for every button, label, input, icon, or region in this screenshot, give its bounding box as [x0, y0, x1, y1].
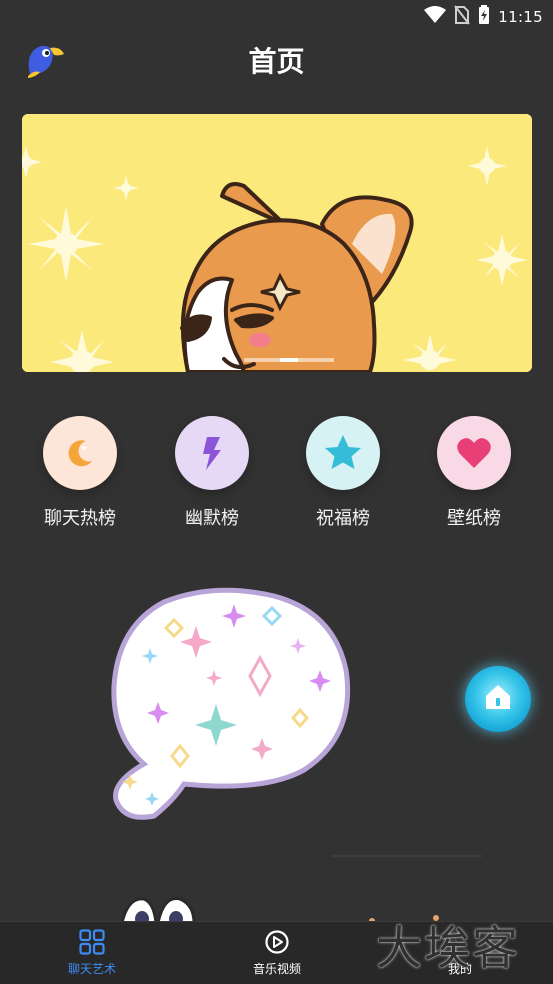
status-time: 11:15	[498, 8, 543, 26]
category-wallpaper[interactable]: 壁纸榜	[414, 412, 534, 530]
category-row: 聊天热榜 幽默榜 祝福榜 壁纸榜	[0, 412, 553, 532]
no-sim-icon	[454, 5, 471, 29]
moon-icon[interactable]	[43, 416, 117, 490]
page-title: 首页	[248, 45, 305, 78]
wifi-icon	[424, 6, 447, 28]
tab-label: 音乐视频	[252, 962, 301, 976]
play-icon	[217, 928, 337, 956]
tab-label: 聊天艺术	[67, 962, 116, 976]
tab-music-video[interactable]: 音乐视频	[217, 928, 337, 977]
banner-pagination	[244, 358, 334, 364]
category-label: 幽默榜	[185, 508, 239, 529]
sticker-peek	[118, 893, 198, 927]
category-blessing[interactable]: 祝福榜	[283, 412, 403, 530]
watermark: 大埃客	[376, 921, 520, 975]
star-icon[interactable]	[306, 416, 380, 490]
battery-icon	[478, 5, 490, 29]
banner-dot[interactable]	[244, 358, 280, 362]
heart-icon[interactable]	[437, 416, 511, 490]
category-humor[interactable]: 幽默榜	[152, 412, 272, 530]
banner-carousel[interactable]	[22, 114, 532, 372]
sparkle-bubble-sticker	[104, 586, 356, 822]
category-label: 祝福榜	[316, 508, 370, 529]
divider	[332, 855, 482, 857]
tab-chat-art[interactable]: 聊天艺术	[32, 928, 152, 977]
home-icon	[482, 681, 514, 717]
floating-home-button[interactable]	[465, 666, 531, 732]
banner-dot-active[interactable]	[280, 358, 298, 362]
grid-icon	[32, 928, 152, 956]
status-bar: 11:15	[0, 0, 553, 30]
header: 首页	[0, 30, 553, 90]
category-label: 壁纸榜	[447, 508, 501, 529]
lightning-icon[interactable]	[175, 416, 249, 490]
banner-image	[22, 114, 532, 372]
category-chat-hot[interactable]: 聊天热榜	[20, 412, 140, 530]
banner-dot[interactable]	[298, 358, 334, 362]
category-label: 聊天热榜	[44, 508, 116, 529]
